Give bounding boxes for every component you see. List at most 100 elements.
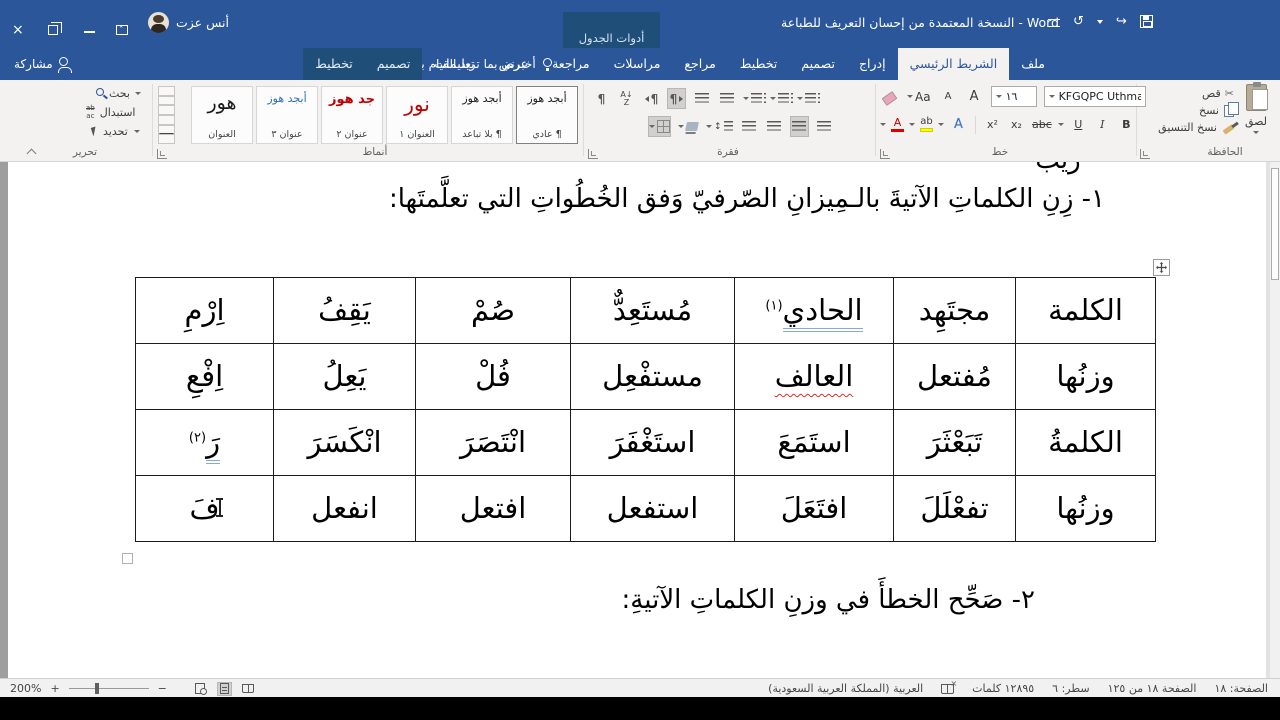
table-cell[interactable]: مُفتعل — [893, 343, 1016, 410]
zoom-in-button[interactable]: + — [50, 682, 59, 695]
rtl-paragraph-button[interactable]: ¶ — [667, 88, 686, 109]
borders-button[interactable] — [648, 116, 671, 137]
table-cell[interactable]: مُستَعِدٌّ — [570, 277, 735, 344]
styles-scroll-up[interactable] — [158, 86, 175, 106]
paragraph-dialog-launcher[interactable] — [588, 149, 598, 159]
style-item-4[interactable]: أبجد هوز عنوان ٣ — [256, 86, 318, 144]
table-cell[interactable]: يَقِفُ — [273, 277, 416, 344]
save-icon[interactable] — [1139, 15, 1153, 28]
styles-dialog-launcher[interactable] — [157, 149, 167, 159]
zoom-out-button[interactable]: − — [158, 682, 167, 695]
table-cell[interactable]: استَغْفَرَ — [570, 409, 735, 476]
style-item-5[interactable]: هور العنوان — [191, 86, 253, 144]
scrollbar-thumb[interactable] — [1271, 168, 1279, 280]
show-marks-button[interactable]: ¶ — [592, 88, 611, 109]
table-cell[interactable]: اِرْمِ — [135, 277, 274, 344]
highlight-dropdown-icon[interactable] — [909, 123, 915, 126]
underline-button[interactable]: U — [1069, 114, 1088, 135]
subscript-button[interactable]: x₂ — [1007, 114, 1026, 135]
tab-2[interactable]: تصميم — [789, 48, 847, 80]
numbering-button[interactable] — [769, 88, 793, 109]
user-avatar[interactable] — [148, 12, 169, 33]
bold-button[interactable]: B — [1117, 114, 1136, 135]
align-right-button[interactable] — [815, 116, 834, 137]
vertical-scrollbar[interactable] — [1270, 162, 1280, 678]
line-indicator[interactable]: سطر: ٦ — [1052, 682, 1089, 695]
zoom-slider-thumb[interactable] — [94, 683, 100, 695]
read-mode-view-button[interactable] — [241, 682, 256, 696]
styles-more-button[interactable] — [158, 124, 175, 144]
contextual-tab-0[interactable]: تصميم — [364, 48, 423, 80]
table-cell[interactable]: تفعْلَلَ — [893, 475, 1016, 542]
table-cell[interactable]: مجتَهِد — [893, 277, 1016, 344]
shading-button[interactable] — [677, 116, 699, 137]
format-painter-button[interactable]: نسخ التنسيق — [1158, 121, 1235, 135]
contextual-tab-1[interactable]: تخطيط — [303, 48, 365, 80]
print-layout-view-button[interactable] — [216, 681, 232, 696]
page-of-indicator[interactable]: الصفحة ١٨ من ١٢٥ — [1108, 682, 1197, 695]
underline-dropdown-icon[interactable] — [1057, 123, 1064, 126]
paste-button[interactable]: لصق — [1238, 82, 1274, 134]
copy-button[interactable]: نسخ — [1199, 101, 1239, 117]
table-cell[interactable]: استفعل — [570, 475, 735, 542]
ltr-paragraph-button[interactable]: ¶ — [642, 88, 661, 109]
text-highlight-button[interactable]: ab — [920, 117, 933, 132]
minimize-icon[interactable] — [84, 22, 95, 33]
table-cell[interactable]: افتعل — [415, 475, 571, 542]
redo-icon[interactable]: ↪ — [1116, 14, 1127, 29]
page-indicator[interactable]: الصفحة: ١٨ — [1214, 682, 1268, 695]
decrease-indent-button[interactable] — [692, 88, 711, 109]
table-cell[interactable]: فَ — [135, 475, 274, 542]
font-color-dropdown-icon[interactable] — [880, 123, 886, 126]
find-button[interactable]: بحث — [96, 87, 141, 100]
collapse-ribbon-icon[interactable] — [26, 148, 37, 159]
table-cell[interactable]: الكلمة — [1015, 277, 1156, 344]
table-cell[interactable]: انْتَصَرَ — [415, 409, 571, 476]
tab-4[interactable]: مراجع — [672, 48, 727, 80]
tab-0[interactable]: الشريط الرئيسي — [897, 48, 1010, 80]
text-effects-button[interactable]: A — [949, 114, 968, 135]
undo-dropdown-icon[interactable] — [1096, 19, 1103, 24]
zoom-level[interactable]: 200% — [10, 682, 41, 695]
morphology-table[interactable]: الكلمة مجتَهِد الحادي(١) مُستَعِدٌّ صُمْ يَقِ… — [135, 277, 1156, 542]
tab-7[interactable]: عرض — [487, 48, 540, 80]
replace-button[interactable]: ab ac استبدال — [86, 104, 135, 120]
table-cell[interactable]: رَ(٢) — [135, 409, 274, 476]
align-center-button[interactable] — [789, 116, 809, 137]
select-button[interactable]: تحديد — [90, 125, 140, 138]
grow-font-button[interactable]: A — [965, 86, 984, 107]
tab-8[interactable]: تعليمات — [422, 48, 486, 80]
table-cell[interactable]: انفعل — [273, 475, 416, 542]
tab-file[interactable]: ملف — [1009, 48, 1057, 80]
shrink-font-button[interactable]: A — [939, 86, 958, 107]
clipboard-dialog-launcher[interactable] — [1140, 149, 1150, 159]
qat-customize-icon[interactable] — [1048, 18, 1060, 27]
table-cell[interactable]: استَمَعَ — [734, 409, 894, 476]
font-size-box[interactable]: ١٦ — [990, 86, 1037, 107]
change-case-button[interactable]: Aa — [906, 86, 932, 107]
bullets-button[interactable] — [796, 88, 820, 109]
zoom-slider[interactable] — [68, 683, 149, 695]
ribbon-display-options-icon[interactable] — [116, 22, 128, 39]
style-item-0[interactable]: أبجد هوز ¶ عادي — [516, 86, 578, 144]
table-cell[interactable]: تَبَعْثَرَ — [893, 409, 1016, 476]
proofing-status-icon[interactable] — [941, 679, 957, 694]
word-count[interactable]: ١٢٨٩٥ كلمات — [972, 682, 1034, 695]
table-cell[interactable]: الحادي(١) — [734, 277, 894, 344]
document-area[interactable]: ريب ١- زِنِ الكلماتِ الآتيةَ بالـمِيزانِ… — [0, 162, 1280, 678]
close-icon[interactable]: × — [12, 22, 24, 38]
multilevel-list-button[interactable] — [742, 88, 766, 109]
tab-6[interactable]: مراجعة — [540, 48, 602, 80]
strikethrough-button[interactable]: abc — [1031, 114, 1053, 135]
table-cell[interactable]: اِفْعِ — [135, 343, 274, 410]
increase-indent-button[interactable] — [717, 88, 736, 109]
table-cell[interactable]: وزنُها — [1015, 343, 1156, 410]
table-cell[interactable]: انْكَسَرَ — [273, 409, 416, 476]
table-cell[interactable]: افتَعَلَ — [734, 475, 894, 542]
style-item-2[interactable]: نور العنوان ١ — [386, 86, 448, 144]
share-button[interactable]: مشاركة — [14, 48, 72, 80]
table-move-handle[interactable] — [1153, 259, 1170, 276]
justify-button[interactable] — [740, 116, 759, 137]
table-cell[interactable]: وزنُها — [1015, 475, 1156, 542]
table-cell[interactable]: العالف — [734, 343, 894, 410]
